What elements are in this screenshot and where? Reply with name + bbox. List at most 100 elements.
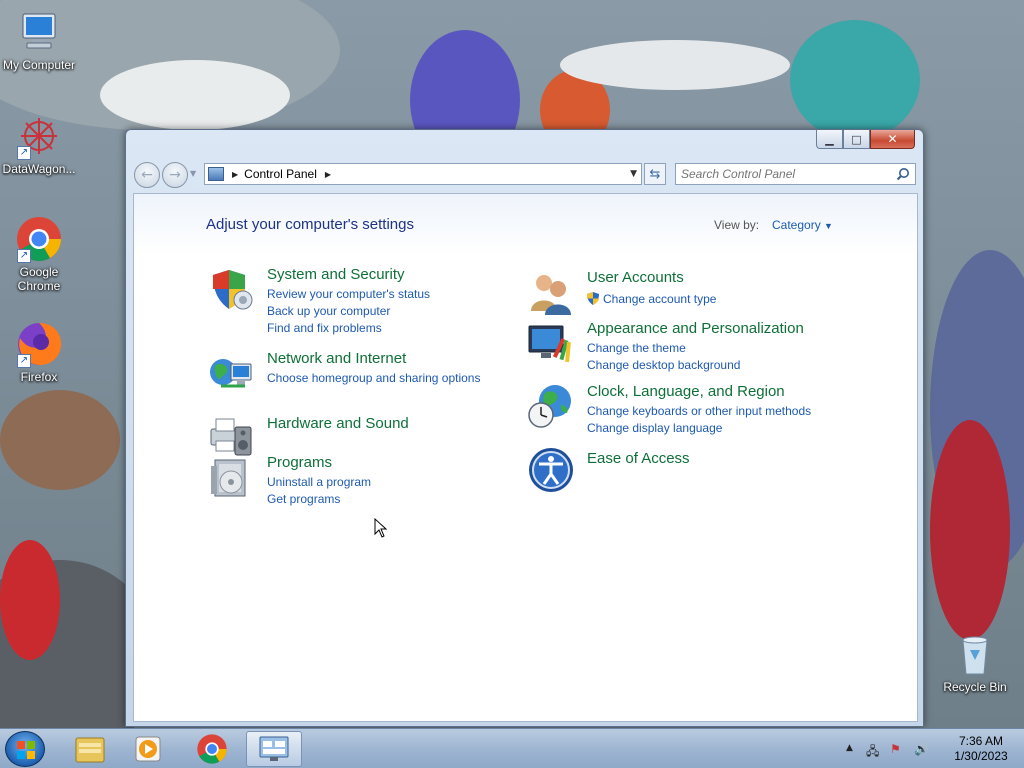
start-button[interactable] (5, 731, 45, 767)
view-by-label: View by: (714, 218, 760, 232)
minimize-button[interactable]: ▁ (816, 130, 843, 149)
breadcrumb-separator-icon[interactable]: ▶ (232, 170, 238, 179)
system-tray: ▲ 🖧 ⚑ 🔊 7:36 AM 1/30/2023 (842, 729, 1022, 768)
desktop-icon-label: Google Chrome (17, 265, 61, 293)
breadcrumb-control-panel[interactable]: Control Panel (244, 167, 317, 181)
category-title[interactable]: Programs (267, 454, 332, 471)
title-bar-buttons: ▁ □ ✕ (816, 130, 915, 150)
category-title[interactable]: Hardware and Sound (267, 415, 409, 432)
datawagon-icon: ↗ (15, 112, 63, 160)
mouse-cursor-icon (374, 518, 388, 538)
globe-clock-icon[interactable] (527, 383, 575, 431)
desktop-icon-my-computer[interactable]: My Computer (0, 8, 78, 72)
page-title: Adjust your computer's settings (206, 216, 414, 233)
wallpaper-shape (930, 420, 1010, 640)
taskbar-explorer[interactable] (62, 731, 118, 767)
link-uninstall-program[interactable]: Uninstall a program (267, 474, 371, 491)
desktop-icon-recycle-bin[interactable]: Recycle Bin (936, 630, 1014, 694)
chrome-icon: ↗ (15, 215, 63, 263)
ease-of-access-icon[interactable] (527, 446, 575, 494)
desktop-icon-label: My Computer (2, 58, 76, 72)
close-icon: ✕ (887, 132, 898, 146)
firefox-icon: ↗ (15, 320, 63, 368)
link-change-desktop-background[interactable]: Change desktop background (587, 357, 740, 374)
taskbar: ▲ 🖧 ⚑ 🔊 7:36 AM 1/30/2023 (0, 728, 1024, 768)
category-title[interactable]: Network and Internet (267, 350, 406, 367)
desktop-icon-label: Firefox (20, 370, 58, 384)
view-by-dropdown[interactable]: Category ▼ (772, 218, 833, 232)
link-change-keyboards[interactable]: Change keyboards or other input methods (587, 403, 811, 420)
programs-icon[interactable] (207, 454, 255, 502)
network-icon[interactable] (207, 350, 255, 398)
control-panel-icon (259, 736, 289, 761)
windows-logo-icon (17, 741, 35, 759)
desktop-icon-label: DataWagon... (2, 162, 76, 176)
link-label: Change account type (603, 292, 717, 306)
network-tray-icon[interactable]: 🖧 (866, 742, 879, 763)
users-icon[interactable] (527, 269, 575, 317)
address-dropdown-icon[interactable]: ▼ (630, 169, 637, 179)
folder-icon (75, 737, 105, 763)
link-change-display-language[interactable]: Change display language (587, 420, 811, 437)
wallpaper-shape (0, 390, 120, 490)
link-get-programs[interactable]: Get programs (267, 491, 371, 508)
desktop-icon-datawagon[interactable]: ↗ DataWagon... (0, 112, 78, 176)
chevron-down-icon: ▼ (824, 221, 833, 231)
breadcrumb-separator-icon[interactable]: ▶ (325, 170, 331, 179)
minimize-icon: ▁ (825, 132, 834, 146)
link-homegroup-sharing[interactable]: Choose homegroup and sharing options (267, 370, 480, 387)
forward-button[interactable]: → (162, 162, 188, 188)
shortcut-arrow-icon: ↗ (17, 354, 31, 368)
monitor-icon[interactable] (527, 320, 575, 368)
maximize-button[interactable]: □ (843, 130, 870, 149)
computer-icon (15, 8, 63, 56)
close-button[interactable]: ✕ (870, 130, 915, 149)
search-box[interactable] (675, 163, 916, 185)
wallpaper-shape (790, 20, 920, 140)
link-change-theme[interactable]: Change the theme (587, 340, 740, 357)
refresh-button[interactable]: ⇆ (644, 163, 666, 185)
recycle-bin-icon (951, 630, 999, 678)
recent-pages-dropdown[interactable]: ▼ (190, 169, 200, 179)
shortcut-arrow-icon: ↗ (17, 146, 31, 160)
content-area: Adjust your computer's settings View by:… (133, 193, 918, 722)
link-back-up[interactable]: Back up your computer (267, 303, 430, 320)
wallpaper-shape (100, 60, 290, 130)
search-input[interactable] (676, 164, 886, 184)
uac-shield-icon (587, 292, 599, 305)
back-button[interactable]: ← (134, 162, 160, 188)
view-by-value: Category (772, 218, 821, 232)
chrome-icon (197, 734, 227, 764)
category-title[interactable]: Ease of Access (587, 450, 690, 467)
desktop-icon-firefox[interactable]: ↗ Firefox (0, 320, 78, 384)
refresh-icon: ⇆ (649, 166, 661, 182)
volume-icon[interactable]: 🔊 (914, 742, 929, 756)
navigation-bar: ← → ▼ ▶ Control Panel ▶ ▼ ⇆ (134, 160, 916, 188)
category-title[interactable]: System and Security (267, 266, 405, 283)
link-change-account-type[interactable]: Change account type (587, 291, 716, 308)
shield-icon[interactable] (207, 266, 255, 314)
show-hidden-icons-icon[interactable]: ▲ (846, 743, 853, 753)
taskbar-control-panel[interactable] (246, 731, 302, 767)
link-review-status[interactable]: Review your computer's status (267, 286, 430, 303)
action-center-flag-icon[interactable]: ⚑ (890, 742, 901, 756)
taskbar-chrome[interactable] (184, 731, 240, 767)
desktop-icon-google-chrome[interactable]: ↗ Google Chrome (0, 215, 78, 293)
taskbar-media-player[interactable] (120, 731, 176, 767)
wallpaper-shape (0, 540, 60, 660)
forward-arrow-icon: → (169, 167, 181, 183)
control-panel-icon (208, 167, 224, 181)
address-bar[interactable]: ▶ Control Panel ▶ ▼ (204, 163, 642, 185)
control-panel-window: ▁ □ ✕ ← → ▼ ▶ Control Panel ▶ ▼ ⇆ Adjust… (125, 129, 924, 727)
clock[interactable]: 7:36 AM 1/30/2023 (946, 734, 1016, 764)
category-title[interactable]: User Accounts (587, 269, 684, 286)
desktop-icon-label: Recycle Bin (943, 680, 1007, 694)
category-title[interactable]: Appearance and Personalization (587, 320, 804, 337)
category-title[interactable]: Clock, Language, and Region (587, 383, 785, 400)
link-find-fix-problems[interactable]: Find and fix problems (267, 320, 430, 337)
search-icon[interactable] (896, 167, 910, 181)
media-player-icon (135, 736, 161, 762)
clock-time: 7:36 AM (958, 734, 1004, 748)
printer-icon[interactable] (207, 411, 255, 459)
back-arrow-icon: ← (141, 167, 153, 183)
